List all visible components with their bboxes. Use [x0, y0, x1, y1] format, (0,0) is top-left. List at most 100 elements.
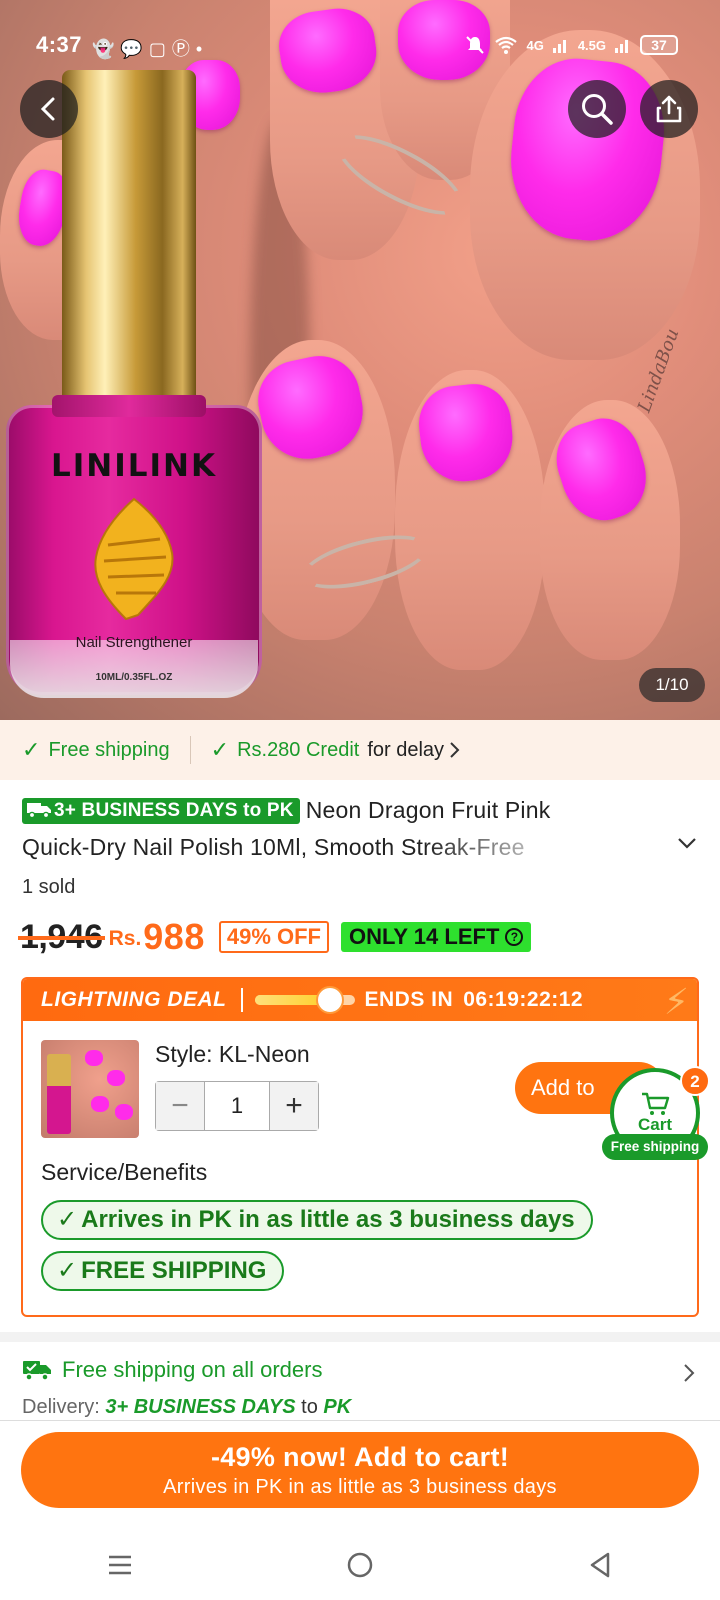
- bottle-cap: [62, 70, 196, 410]
- home-circle-icon: [347, 1552, 373, 1578]
- title-line-1: Neon Dragon Fruit Pink: [305, 797, 551, 823]
- search-button[interactable]: [568, 80, 626, 138]
- discount-badge: 49% OFF: [218, 921, 329, 953]
- delivery-info: Delivery: 3+ BUSINESS DAYS to PK: [22, 1396, 351, 1419]
- section-divider: [0, 1332, 720, 1342]
- delivery-country: PK: [323, 1396, 352, 1418]
- credit-suffix: for delay: [367, 738, 445, 761]
- benefit-arrival: ✓ Arrives in PK in as little as 3 busines…: [41, 1200, 593, 1240]
- original-price: 1,946: [18, 917, 105, 956]
- menu-icon: [109, 1555, 131, 1575]
- status-bar: 4:37 👻💬▢Ⓟ• 4G 4.5G 37: [0, 30, 720, 62]
- free-shipping-row[interactable]: Free shipping on all orders: [22, 1357, 322, 1383]
- increase-button[interactable]: +: [270, 1082, 318, 1130]
- bottle-brand: LINILINK: [50, 448, 218, 484]
- check-icon: ✓: [22, 737, 41, 762]
- cart-icon: [642, 1092, 670, 1115]
- deal-body: Style: KL-Neon − 1 + Add to Service/Bene…: [23, 1021, 697, 1291]
- cta-line-2: Arrives in PK in as little as 3 business…: [163, 1476, 557, 1498]
- cart-free-shipping: Free shipping: [602, 1134, 708, 1160]
- price-row: 1,946 Rs. 988 49% OFF ONLY 14 LEFT?: [18, 912, 532, 962]
- business-days-badge: 3+ BUSINESS DAYS to PK: [22, 798, 300, 824]
- chevron-right-icon[interactable]: [680, 1362, 698, 1384]
- quantity-value[interactable]: 1: [204, 1082, 270, 1130]
- bottle-subtitle: Nail Strengthener: [75, 634, 193, 651]
- add-to-cart-cta[interactable]: -49% now! Add to cart! Arrives in PK in …: [21, 1432, 699, 1508]
- chat-icon: 💬: [120, 39, 149, 59]
- lightning-icon: ⚡: [663, 981, 689, 1022]
- delivery-label: Delivery:: [22, 1396, 100, 1418]
- decrease-button[interactable]: −: [156, 1082, 204, 1130]
- check-icon: ✓: [57, 1206, 78, 1233]
- divider: [189, 736, 191, 764]
- shipping-strip[interactable]: ✓ Free shipping ✓ Rs.280 Credit for dela…: [0, 720, 720, 780]
- benefit-free-shipping: ✓ FREE SHIPPING: [41, 1251, 285, 1291]
- chevron-right-icon: [450, 742, 460, 758]
- snapchat-icon: 👻: [92, 39, 121, 59]
- shell-logo-icon: [94, 497, 174, 621]
- clock-icon: [315, 986, 344, 1014]
- truck-icon: [27, 803, 51, 819]
- stock-text: ONLY 14 LEFT: [349, 924, 500, 949]
- truck-icon: [23, 1361, 51, 1381]
- recents-button[interactable]: [90, 1535, 150, 1595]
- benefit-arrival-text: Arrives in PK in as little as 3 business…: [81, 1206, 575, 1233]
- system-nav-bar: [0, 1530, 720, 1600]
- divider: [0, 1420, 720, 1421]
- deal-header: LIGHTNING DEAL ENDS IN 06:19:22:12 ⚡: [23, 979, 697, 1022]
- pinterest-icon: Ⓟ: [171, 39, 196, 59]
- bottle-neck: [52, 395, 206, 417]
- delivery-to: to: [301, 1396, 318, 1418]
- cta-line-1: -49% now! Add to cart!: [210, 1442, 510, 1472]
- service-benefits-title: Service/Benefits: [41, 1159, 208, 1185]
- signal-icon: [552, 40, 566, 53]
- thumbnail-nail: [115, 1104, 133, 1120]
- back-button[interactable]: [20, 80, 78, 138]
- notification-icons: 👻💬▢Ⓟ•: [92, 35, 208, 61]
- network-1: 4G: [526, 37, 544, 53]
- deal-countdown: 06:19:22:12: [463, 988, 584, 1011]
- sale-price: 988: [143, 916, 205, 957]
- search-icon: [582, 94, 613, 125]
- quantity-stepper: − 1 +: [155, 1081, 319, 1131]
- sold-count: 1 sold: [22, 876, 76, 898]
- deal-ends-label: ENDS IN: [364, 988, 454, 1011]
- business-days-text: 3+ BUSINESS DAYS to PK: [54, 800, 294, 821]
- status-time: 4:37: [36, 32, 83, 57]
- free-shipping-label: Free shipping: [48, 738, 170, 761]
- divider: [240, 988, 243, 1012]
- screenshot-icon: ▢: [148, 39, 172, 59]
- credit-amount: Rs.280 Credit: [237, 738, 360, 761]
- thumbnail-nail: [85, 1050, 103, 1066]
- thumbnail-bottle: [47, 1054, 71, 1134]
- signal-icon: [615, 40, 628, 53]
- cart-count-badge: 2: [680, 1066, 710, 1096]
- dot-icon: •: [195, 39, 209, 59]
- status-right: 4G 4.5G 37: [464, 34, 678, 56]
- variant-thumbnail[interactable]: [41, 1040, 139, 1138]
- thumbnail-nail: [91, 1096, 109, 1112]
- image-counter: 1/10: [639, 668, 705, 702]
- title-line-2: Quick-Dry Nail Polish 10Ml, Smooth Strea…: [22, 834, 525, 860]
- network-2: 4.5G: [577, 37, 606, 53]
- battery-icon: 37: [640, 35, 678, 55]
- mute-icon: [466, 36, 485, 54]
- currency: Rs.: [108, 927, 142, 950]
- share-icon: [656, 95, 682, 123]
- chevron-left-icon: [40, 97, 55, 121]
- style-label: Style: KL-Neon: [155, 1041, 310, 1067]
- stock-badge[interactable]: ONLY 14 LEFT?: [341, 922, 532, 952]
- deal-label: LIGHTNING DEAL: [41, 988, 227, 1011]
- product-title[interactable]: 3+ BUSINESS DAYS to PK Neon Dragon Fruit …: [22, 792, 662, 866]
- chevron-down-icon[interactable]: [674, 830, 700, 856]
- home-button[interactable]: [330, 1535, 390, 1595]
- system-back-button[interactable]: [570, 1535, 630, 1595]
- free-shipping-all-orders: Free shipping on all orders: [62, 1357, 323, 1382]
- help-icon: ?: [505, 928, 524, 946]
- share-button[interactable]: [640, 80, 698, 138]
- check-icon: ✓: [57, 1257, 78, 1284]
- lightning-deal-card: LIGHTNING DEAL ENDS IN 06:19:22:12 ⚡ Sty…: [21, 977, 699, 1317]
- deal-progress-bar: [254, 986, 355, 1014]
- delivery-days: 3+ BUSINESS DAYS: [105, 1396, 296, 1418]
- cart-label: Cart: [637, 1115, 672, 1134]
